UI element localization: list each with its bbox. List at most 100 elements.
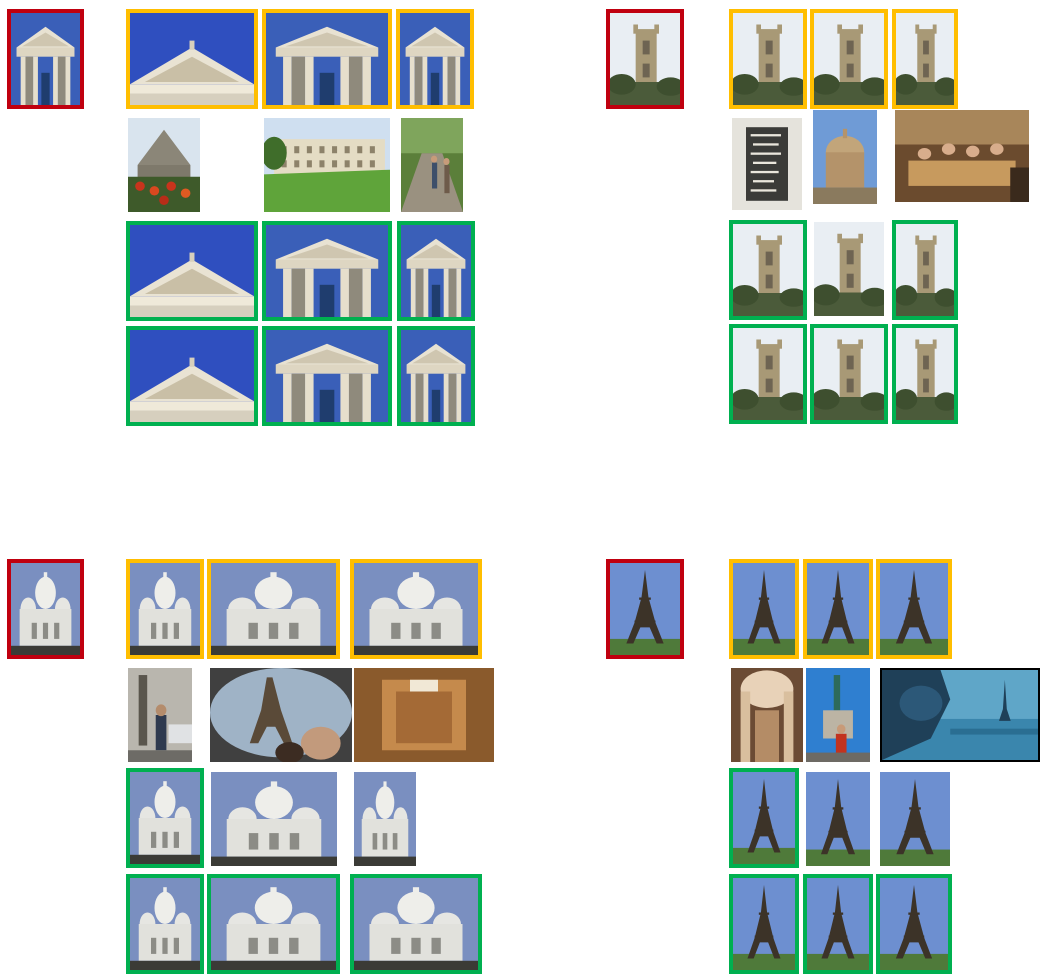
republique-statue-photo bbox=[806, 668, 870, 762]
result-image-eiffel-clouds bbox=[876, 874, 952, 974]
result-image-eiffel-blue bbox=[803, 559, 873, 659]
portico-person-photo bbox=[401, 225, 471, 317]
eiffel-dusk-photo bbox=[733, 772, 795, 864]
tower-street-photo bbox=[896, 328, 954, 420]
basilica-cloudy-photo bbox=[354, 563, 478, 655]
result-image-portico-full bbox=[262, 221, 392, 321]
result-image-eiffel-dusk bbox=[729, 559, 799, 659]
result-image-pediment-closeup bbox=[126, 221, 258, 321]
result-image-portico-full bbox=[262, 9, 392, 109]
dinner-group-photo bbox=[895, 110, 1029, 202]
result-image-basilica-cloudy bbox=[211, 772, 337, 866]
result-image-basilica-front bbox=[126, 559, 204, 659]
result-image-tomb-interior bbox=[354, 668, 494, 762]
portico-full-photo bbox=[266, 13, 388, 105]
sacre-coeur-photo bbox=[11, 563, 80, 655]
result-image-tower-white-sky bbox=[814, 222, 884, 316]
result-image-tower-blue-sky bbox=[810, 9, 888, 109]
result-image-eiffel-clouds bbox=[880, 772, 950, 866]
query-image-ashmolean-portico bbox=[7, 9, 84, 109]
eiffel-clouds-photo bbox=[880, 563, 948, 655]
result-image-tower-gray-sky bbox=[729, 220, 807, 320]
chalkboard-sign-photo bbox=[732, 118, 802, 210]
result-image-tower-gray-sky bbox=[729, 324, 807, 424]
tower-blue-sky-photo bbox=[814, 328, 884, 420]
result-image-basilica-cloudy bbox=[350, 874, 482, 974]
radcliffe-camera-photo bbox=[813, 110, 877, 204]
eiffel-dusk-photo bbox=[733, 563, 795, 655]
result-image-tower-street bbox=[892, 220, 958, 320]
tower-street-photo bbox=[896, 13, 954, 105]
result-image-basilica-trees bbox=[354, 772, 416, 866]
basilica-front-photo bbox=[130, 878, 200, 970]
gargoyle-paris-photo bbox=[882, 670, 1038, 760]
result-image-basilica-front bbox=[126, 874, 204, 974]
result-image-tower-street bbox=[892, 9, 958, 109]
result-image-basilica-front bbox=[126, 768, 204, 868]
result-image-portico-person bbox=[397, 221, 475, 321]
pediment-closeup-photo bbox=[130, 13, 254, 105]
query-image-magdalen-tower bbox=[606, 9, 684, 109]
result-image-tower-gray-sky bbox=[729, 9, 807, 109]
eiffel-blue-photo bbox=[807, 563, 869, 655]
tower-street-photo bbox=[896, 224, 954, 316]
pediment-closeup-photo bbox=[130, 330, 254, 422]
street-statue-photo bbox=[128, 668, 192, 762]
basilica-cloudy-photo bbox=[354, 878, 478, 970]
result-image-eiffel-blue bbox=[803, 874, 873, 974]
result-image-college-lawn bbox=[264, 118, 390, 212]
portico-full-photo bbox=[266, 225, 388, 317]
result-image-eiffel-fisheye bbox=[210, 668, 352, 762]
basilica-blue-photo bbox=[211, 878, 336, 970]
tower-white-sky-photo bbox=[814, 222, 884, 316]
eiffel-blue-photo bbox=[807, 878, 869, 970]
eiffel-clouds-photo bbox=[880, 878, 948, 970]
portico-full-photo bbox=[266, 330, 388, 422]
result-image-republique-statue bbox=[806, 668, 870, 762]
result-image-pediment-closeup bbox=[126, 326, 258, 426]
result-image-dinner-group bbox=[895, 110, 1029, 202]
result-image-eiffel-clouds bbox=[876, 559, 952, 659]
basilica-trees-photo bbox=[354, 772, 416, 866]
tower-blue-sky-photo bbox=[814, 13, 884, 105]
result-image-tower-blue-sky bbox=[810, 324, 888, 424]
query-image-eiffel-tower bbox=[606, 559, 684, 659]
result-image-portico-person bbox=[396, 9, 474, 109]
pantheon-interior-photo bbox=[731, 668, 803, 762]
result-image-pediment-closeup bbox=[126, 9, 258, 109]
eiffel-blue-photo bbox=[806, 772, 870, 866]
eiffel-clouds-photo bbox=[880, 772, 950, 866]
result-image-portico-full bbox=[262, 326, 392, 426]
result-image-basilica-blue bbox=[207, 559, 340, 659]
towpath-walkers-photo bbox=[401, 118, 463, 212]
tower-gray-sky-photo bbox=[733, 224, 803, 316]
eiffel-fisheye-photo bbox=[210, 668, 352, 762]
result-image-eiffel-dusk bbox=[729, 768, 799, 868]
stone-chapel-flowers-photo bbox=[128, 118, 200, 212]
result-image-stone-chapel-flowers bbox=[128, 118, 200, 212]
pediment-closeup-photo bbox=[130, 225, 254, 317]
magdalen-tower-photo bbox=[610, 13, 680, 105]
result-image-portico-person bbox=[397, 326, 475, 426]
basilica-blue-photo bbox=[211, 563, 336, 655]
result-image-radcliffe-camera bbox=[813, 110, 877, 204]
basilica-front-photo bbox=[130, 563, 200, 655]
result-image-chalkboard-sign bbox=[732, 118, 802, 210]
query-image-sacre-coeur bbox=[7, 559, 84, 659]
portico-person-photo bbox=[400, 13, 470, 105]
tower-gray-sky-photo bbox=[733, 13, 803, 105]
result-image-basilica-blue bbox=[207, 874, 340, 974]
result-image-eiffel-blue bbox=[806, 772, 870, 866]
eiffel-tower-photo bbox=[610, 563, 680, 655]
tomb-interior-photo bbox=[354, 668, 494, 762]
result-image-eiffel-dusk bbox=[729, 874, 799, 974]
tower-gray-sky-photo bbox=[733, 328, 803, 420]
result-image-gargoyle-paris bbox=[880, 668, 1040, 762]
result-image-street-statue bbox=[128, 668, 192, 762]
result-image-tower-street bbox=[892, 324, 958, 424]
eiffel-dusk-photo bbox=[733, 878, 795, 970]
college-lawn-photo bbox=[264, 118, 390, 212]
ashmolean-portico-photo bbox=[11, 13, 80, 105]
basilica-cloudy-photo bbox=[211, 772, 337, 866]
basilica-front-photo bbox=[130, 772, 200, 864]
